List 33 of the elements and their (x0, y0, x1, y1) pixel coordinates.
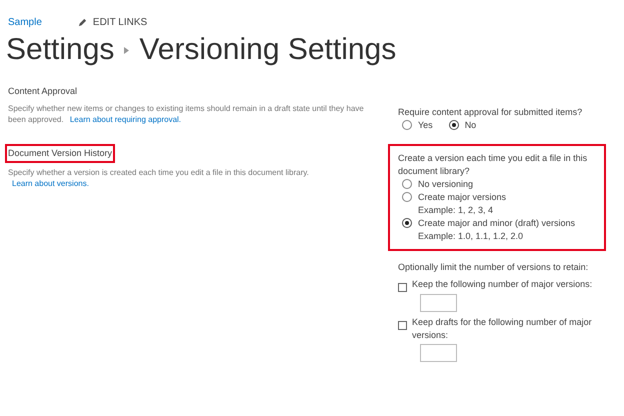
radio-button[interactable] (402, 120, 412, 130)
section-heading: Document Version History (5, 144, 116, 163)
number-field[interactable] (420, 294, 457, 312)
radio-button[interactable] (402, 218, 412, 228)
option-label: Create major versions (418, 191, 506, 204)
learn-more-link[interactable]: Learn about versions. (12, 179, 89, 188)
checkbox-label: Keep the following number of major versions: (412, 278, 592, 291)
section-description: Specify whether a version is created each time you edit a file in this document library. Learn about versions. (8, 167, 310, 189)
breadcrumb-parent[interactable]: Settings (6, 32, 114, 68)
example-text: Example: 1, 2, 3, 4 (418, 204, 494, 217)
option-label: No (464, 119, 476, 132)
question-text: Create a version each time you edit a file in this document library? (398, 152, 588, 178)
question-text: Optionally limit the number of versions to retain: (398, 261, 590, 274)
site-link[interactable]: Sample (8, 15, 42, 30)
radio-button[interactable] (402, 192, 412, 202)
edit-links-button[interactable]: EDIT LINKS (78, 15, 148, 30)
question-text: Require content approval for submitted items? (398, 106, 584, 119)
pencil-icon (78, 18, 87, 27)
checkbox[interactable] (398, 283, 407, 292)
option-label: Yes (418, 119, 433, 132)
learn-more-link[interactable]: Learn about requiring approval. (70, 115, 182, 124)
section-heading: Content Approval (8, 85, 78, 98)
chevron-icon (124, 46, 130, 54)
example-text: Example: 1.0, 1.1, 1.2, 2.0 (418, 230, 524, 243)
radio-button[interactable] (448, 120, 459, 130)
number-field[interactable] (420, 344, 457, 362)
checkbox[interactable] (398, 321, 407, 330)
section-description: Specify whether new items or changes to existing items should remain in a draft state until they have been approved. Learn about requiring approval. (8, 103, 364, 125)
radio-button[interactable] (402, 179, 412, 189)
option-label: No versioning (418, 178, 474, 191)
page-title: Versioning Settings (139, 32, 396, 68)
checkbox-label: Keep drafts for the following number of major versions: (412, 316, 593, 342)
option-label: Create major and minor (draft) versions (418, 217, 576, 230)
